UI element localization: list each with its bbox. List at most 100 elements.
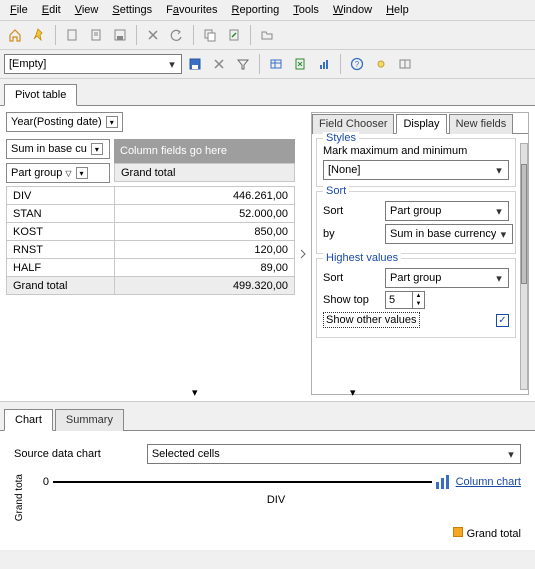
tab-pivot-table[interactable]: Pivot table bbox=[4, 84, 77, 106]
field-label: Part group bbox=[11, 167, 62, 179]
export-table-icon[interactable] bbox=[265, 53, 287, 75]
edit-icon[interactable] bbox=[85, 24, 107, 46]
showtop-input[interactable] bbox=[386, 292, 412, 308]
chart-x-label: DIV bbox=[31, 494, 521, 506]
menu-favourites[interactable]: Favourites bbox=[160, 2, 223, 18]
right-panel: Field Chooser Display New fields Styles … bbox=[311, 112, 529, 395]
tab-summary[interactable]: Summary bbox=[55, 409, 124, 431]
chevron-down-icon: ▾ bbox=[492, 205, 506, 218]
row-value: 89,00 bbox=[115, 259, 295, 277]
table-row: KOST850,00 bbox=[7, 223, 295, 241]
column-drop-area[interactable]: Column fields go here bbox=[114, 139, 295, 163]
group-title: Highest values bbox=[323, 252, 401, 264]
hv-sort-combo[interactable]: Part group ▾ bbox=[385, 268, 509, 288]
sort-combo[interactable]: Part group ▾ bbox=[385, 201, 509, 221]
splitter-collapse[interactable] bbox=[299, 112, 307, 395]
menu-tools[interactable]: Tools bbox=[287, 2, 325, 18]
chevron-down-icon[interactable]: ▾ bbox=[106, 116, 118, 128]
tab-field-chooser[interactable]: Field Chooser bbox=[312, 114, 394, 134]
menu-help[interactable]: Help bbox=[380, 2, 415, 18]
legend-label: Grand total bbox=[467, 528, 521, 540]
by-combo[interactable]: Sum in base currency ▾ bbox=[385, 224, 513, 244]
tab-display[interactable]: Display bbox=[396, 114, 446, 134]
chevron-down-icon[interactable]: ▾ bbox=[91, 143, 103, 155]
new-icon[interactable] bbox=[61, 24, 83, 46]
clear-icon[interactable] bbox=[208, 53, 230, 75]
chart-y-axis-label: Grand tota bbox=[14, 474, 25, 521]
spin-down-icon[interactable]: ▼ bbox=[412, 300, 424, 308]
refresh-icon[interactable] bbox=[223, 24, 245, 46]
menu-settings[interactable]: Settings bbox=[106, 2, 158, 18]
mark-combo[interactable]: [None] ▾ bbox=[323, 160, 509, 180]
group-sort: Sort Sort Part group ▾ by Sum in base cu… bbox=[316, 191, 516, 254]
folder-icon[interactable] bbox=[256, 24, 278, 46]
chart-legend: Grand total bbox=[14, 527, 521, 540]
tab-new-fields[interactable]: New fields bbox=[449, 114, 514, 134]
main-combo[interactable]: [Empty] ▾ bbox=[4, 54, 182, 74]
source-chart-combo[interactable]: Selected cells ▾ bbox=[147, 444, 521, 464]
field-label: Year(Posting date) bbox=[11, 116, 102, 128]
save-icon[interactable] bbox=[109, 24, 131, 46]
h-collapse-handle[interactable]: ▾ bbox=[350, 386, 356, 399]
undo-icon[interactable] bbox=[166, 24, 188, 46]
source-chart-label: Source data chart bbox=[14, 448, 101, 460]
delete-icon[interactable] bbox=[142, 24, 164, 46]
main-tabstrip: Pivot table bbox=[0, 79, 535, 106]
chevron-down-icon[interactable]: ▾ bbox=[76, 167, 88, 179]
menu-file[interactable]: File bbox=[4, 2, 34, 18]
chevron-down-icon: ▾ bbox=[165, 58, 179, 71]
menubar: File Edit View Settings Favourites Repor… bbox=[0, 0, 535, 21]
chart-panel: Source data chart Selected cells ▾ Grand… bbox=[0, 431, 535, 550]
scrollbar-thumb[interactable] bbox=[521, 164, 527, 284]
pivot-grid: DIV446.261,00STAN52.000,00KOST850,00RNST… bbox=[6, 186, 295, 295]
row-label: DIV bbox=[7, 187, 115, 205]
filter-icon[interactable] bbox=[232, 53, 254, 75]
book-icon[interactable] bbox=[394, 53, 416, 75]
showtop-label: Show top bbox=[323, 294, 379, 306]
spin-up-icon[interactable]: ▲ bbox=[412, 292, 424, 300]
combo-value: Selected cells bbox=[152, 448, 504, 460]
group-title: Styles bbox=[323, 132, 359, 144]
sort-label: Sort bbox=[323, 205, 379, 217]
h-collapse-handle[interactable]: ▾ bbox=[192, 386, 198, 399]
toolbar-main bbox=[0, 21, 535, 50]
row-field-partgroup[interactable]: Part group ▽ ▾ bbox=[6, 163, 110, 183]
chart-y-tick: 0 bbox=[31, 476, 49, 488]
group-title: Sort bbox=[323, 185, 349, 197]
group-styles: Styles Mark maximum and minimum [None] ▾ bbox=[316, 138, 516, 187]
export-excel-icon[interactable] bbox=[289, 53, 311, 75]
row-label: KOST bbox=[7, 223, 115, 241]
column-chart-link[interactable]: Column chart bbox=[456, 476, 521, 488]
filter-field-year[interactable]: Year(Posting date) ▾ bbox=[6, 112, 123, 132]
menu-window[interactable]: Window bbox=[327, 2, 378, 18]
combo-value: [None] bbox=[328, 164, 492, 176]
menu-edit[interactable]: Edit bbox=[36, 2, 67, 18]
export-chart-icon[interactable] bbox=[313, 53, 335, 75]
sort-indicator-icon: ▽ bbox=[65, 169, 71, 178]
hint-icon[interactable] bbox=[370, 53, 392, 75]
row-label: STAN bbox=[7, 205, 115, 223]
showtop-spinner[interactable]: ▲▼ bbox=[385, 291, 425, 309]
save-query-icon[interactable] bbox=[184, 53, 206, 75]
chevron-down-icon: ▾ bbox=[504, 448, 518, 461]
menu-view[interactable]: View bbox=[69, 2, 105, 18]
combo-value: Sum in base currency bbox=[390, 228, 496, 240]
data-field-sum[interactable]: Sum in base cu ▾ bbox=[6, 139, 110, 159]
chevron-down-icon: ▾ bbox=[492, 164, 506, 177]
vertical-scrollbar[interactable] bbox=[520, 143, 528, 390]
right-tabstrip: Field Chooser Display New fields bbox=[312, 113, 528, 134]
showother-label: Show other values bbox=[323, 312, 420, 328]
row-value: 120,00 bbox=[115, 241, 295, 259]
home-icon[interactable] bbox=[4, 24, 26, 46]
hv-sort-label: Sort bbox=[323, 272, 379, 284]
bottom-tabstrip: Chart Summary bbox=[0, 408, 535, 431]
pin-icon[interactable] bbox=[28, 24, 50, 46]
menu-reporting[interactable]: Reporting bbox=[226, 2, 286, 18]
copy-icon[interactable] bbox=[199, 24, 221, 46]
showother-checkbox[interactable]: ✓ bbox=[496, 314, 509, 327]
tab-chart[interactable]: Chart bbox=[4, 409, 53, 431]
help-icon[interactable]: ? bbox=[346, 53, 368, 75]
row-label: RNST bbox=[7, 241, 115, 259]
table-row: DIV446.261,00 bbox=[7, 187, 295, 205]
pivot-left: Year(Posting date) ▾ Sum in base cu ▾ Co… bbox=[6, 112, 295, 395]
